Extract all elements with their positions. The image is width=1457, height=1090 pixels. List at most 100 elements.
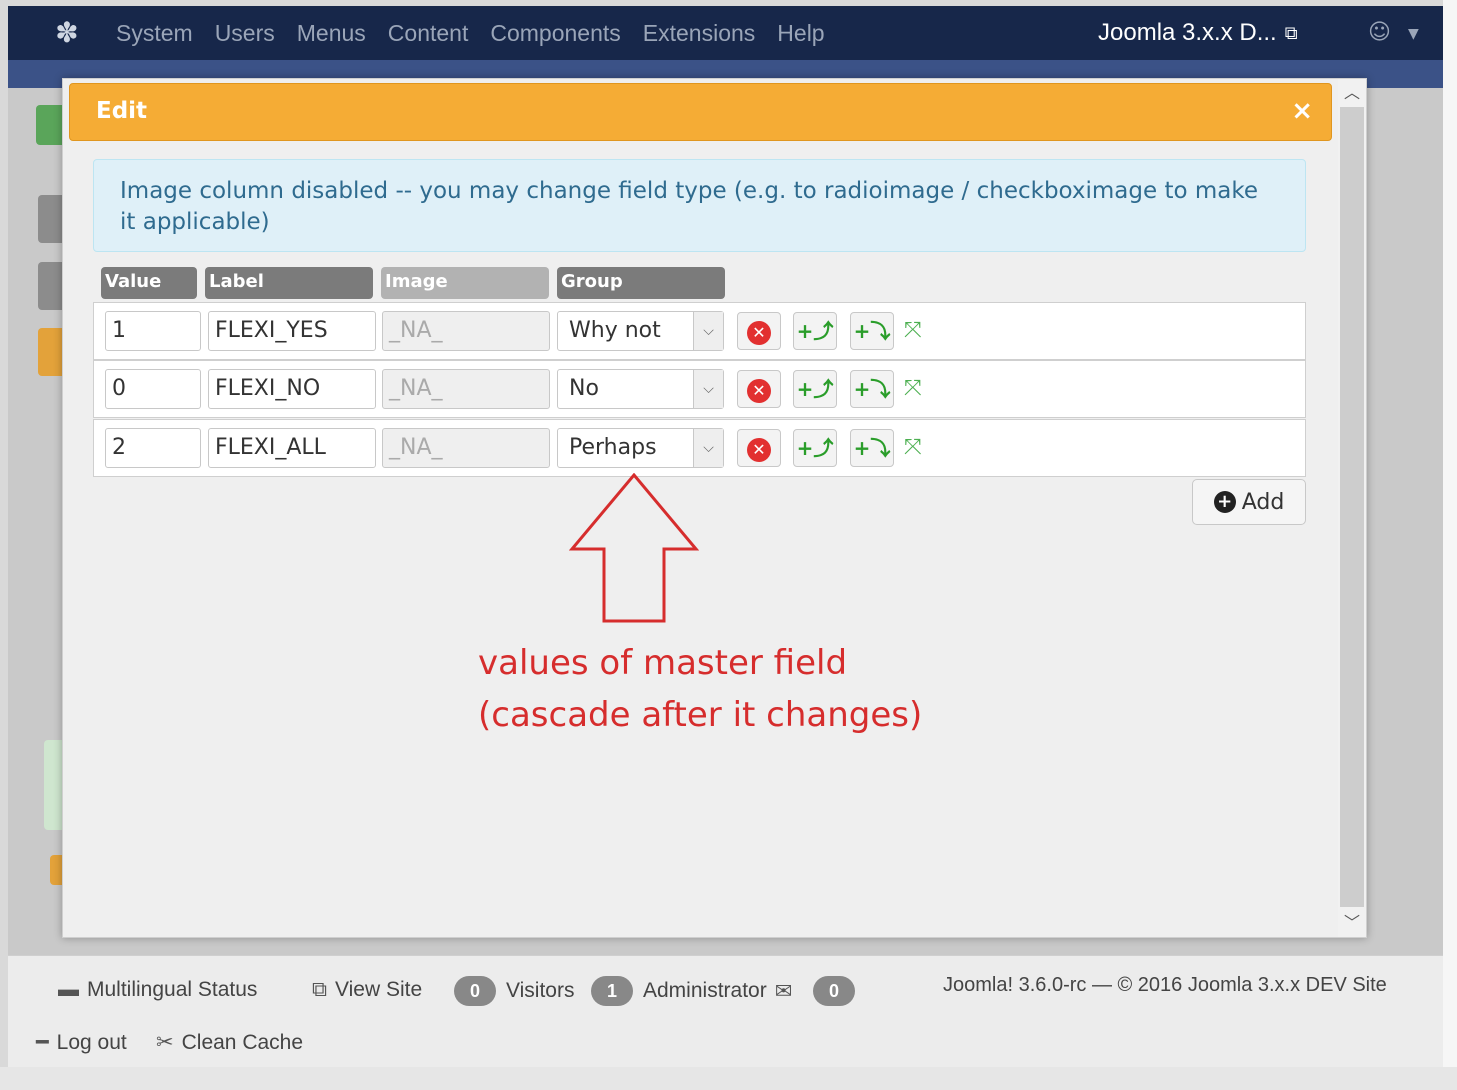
bottom-bar (0, 1067, 1457, 1090)
modal-scrollbar[interactable]: ︿ ﹀ (1338, 79, 1366, 937)
minus-icon: ━ (36, 1031, 49, 1054)
insert-before-button[interactable]: +⤴ (793, 312, 837, 350)
insert-after-button[interactable]: +⤵ (850, 429, 894, 467)
visitors-badge: 0 (454, 976, 496, 1006)
chevron-down-icon: ⌵ (693, 429, 723, 467)
annotation-line: (cascade after it changes) (478, 695, 923, 735)
add-button-label: Add (1241, 489, 1285, 515)
annotation-line: values of master field (478, 643, 848, 683)
site-link[interactable]: Joomla 3.x.x D... ⧉ (1098, 6, 1298, 60)
label-input[interactable]: FLEXI_YES (208, 311, 376, 351)
delete-row-button[interactable]: ✕ (737, 312, 781, 350)
administrator-badge: 1 (591, 976, 633, 1006)
chevron-down-icon: ⌵ (693, 370, 723, 408)
insert-after-icon: +⤵ (853, 319, 891, 343)
clean-cache-link[interactable]: ✂ Clean Cache (156, 1030, 303, 1055)
scroll-down-icon[interactable]: ﹀ (1338, 909, 1366, 937)
column-header-group: Group (557, 267, 725, 299)
menu-components[interactable]: Components (490, 20, 620, 47)
value-input[interactable]: 1 (105, 311, 201, 351)
menu-menus[interactable]: Menus (297, 20, 366, 47)
insert-after-icon: +⤵ (853, 377, 891, 401)
drag-handle-icon[interactable]: ⤧ (904, 437, 922, 459)
add-button[interactable]: + Add (1192, 479, 1306, 525)
delete-icon: ✕ (747, 320, 771, 345)
external-link-icon: ⧉ (1284, 22, 1298, 43)
edit-modal: Edit × ︿ ﹀ Image column disabled -- you … (62, 78, 1367, 938)
value-input[interactable]: 2 (105, 428, 201, 468)
value-input[interactable]: 0 (105, 369, 201, 409)
version-info: Joomla! 3.6.0-rc — © 2016 Joomla 3.x.x D… (943, 974, 1387, 996)
menu-help[interactable]: Help (777, 20, 824, 47)
drag-handle-icon[interactable]: ⤧ (904, 378, 922, 400)
group-select-value: No (569, 376, 599, 401)
insert-before-button[interactable]: +⤴ (793, 370, 837, 408)
insert-before-icon: +⤴ (796, 377, 834, 401)
modal-header: Edit × (69, 83, 1332, 141)
insert-before-icon: +⤴ (796, 436, 834, 460)
annotation-text: values of master field (cascade after it… (478, 637, 922, 741)
group-select[interactable]: No ⌵ (557, 369, 724, 409)
main-menu: System Users Menus Content Components Ex… (116, 6, 847, 60)
delete-row-button[interactable]: ✕ (737, 429, 781, 467)
view-site-label: View Site (335, 978, 423, 1001)
insert-after-button[interactable]: +⤵ (850, 370, 894, 408)
group-select[interactable]: Why not ⌵ (557, 311, 724, 351)
site-name: Joomla 3.x.x D... (1098, 19, 1277, 46)
visitors-label: Visitors (506, 979, 575, 1002)
status-footer: ▬ Multilingual Status ⧉ View Site 0 Visi… (8, 955, 1443, 1067)
clean-cache-label: Clean Cache (181, 1030, 304, 1054)
menu-content[interactable]: Content (388, 20, 469, 47)
info-message: Image column disabled -- you may change … (93, 159, 1306, 252)
delete-icon: ✕ (747, 378, 771, 403)
label-input[interactable]: FLEXI_NO (208, 369, 376, 409)
image-input: _NA_ (382, 369, 550, 409)
messages-badge: 0 (813, 976, 855, 1006)
group-select[interactable]: Perhaps ⌵ (557, 428, 724, 468)
annotation-arrow (569, 473, 699, 623)
logout-label: Log out (56, 1030, 127, 1054)
envelope-icon: ✉ (774, 979, 793, 1003)
label-input[interactable]: FLEXI_ALL (208, 428, 376, 468)
drag-handle-icon[interactable]: ⤧ (904, 320, 922, 342)
option-row: 2 FLEXI_ALL _NA_ Perhaps ⌵ ✕ +⤴ +⤵ ⤧ (93, 419, 1306, 477)
view-site-link[interactable]: ⧉ View Site (312, 978, 422, 1002)
visitors-status: 0 Visitors (454, 976, 574, 1006)
delete-icon: ✕ (747, 437, 771, 462)
multilingual-status-label: Multilingual Status (87, 978, 258, 1001)
comment-icon: ▬ (58, 978, 79, 1001)
group-select-value: Perhaps (569, 435, 657, 460)
chevron-down-icon: ⌵ (693, 312, 723, 350)
top-navbar: ✽ System Users Menus Content Components … (8, 6, 1443, 60)
insert-before-button[interactable]: +⤴ (793, 429, 837, 467)
column-header-value: Value (101, 267, 197, 299)
modal-title: Edit (96, 98, 148, 124)
chevron-down-icon[interactable]: ▼ (1408, 26, 1419, 42)
column-header-image: Image (381, 267, 549, 299)
administrator-label: Administrator (643, 979, 767, 1002)
option-row: 0 FLEXI_NO _NA_ No ⌵ ✕ +⤴ +⤵ ⤧ (93, 360, 1306, 418)
joomla-logo-icon[interactable]: ✽ (52, 18, 82, 48)
insert-before-icon: +⤴ (796, 319, 834, 343)
insert-after-button[interactable]: +⤵ (850, 312, 894, 350)
menu-extensions[interactable]: Extensions (643, 20, 756, 47)
messages-status[interactable]: 0 (813, 976, 865, 1006)
insert-after-icon: +⤵ (853, 436, 891, 460)
scroll-thumb[interactable] (1340, 107, 1364, 907)
broom-icon: ✂ (156, 1031, 174, 1054)
option-row: 1 FLEXI_YES _NA_ Why not ⌵ ✕ +⤴ +⤵ ⤧ (93, 302, 1306, 360)
close-icon[interactable]: × (1291, 96, 1313, 126)
image-input: _NA_ (382, 311, 550, 351)
user-icon[interactable]: ☺ (1368, 20, 1391, 45)
logout-link[interactable]: ━ Log out (36, 1030, 127, 1055)
window-edge (1443, 0, 1457, 1090)
plus-icon: + (1213, 491, 1236, 513)
menu-users[interactable]: Users (215, 20, 275, 47)
delete-row-button[interactable]: ✕ (737, 370, 781, 408)
scroll-up-icon[interactable]: ︿ (1338, 79, 1366, 107)
external-link-icon: ⧉ (312, 978, 327, 1001)
column-header-label: Label (205, 267, 373, 299)
menu-system[interactable]: System (116, 20, 193, 47)
administrator-status: 1 Administrator ✉ (591, 976, 800, 1006)
multilingual-status-link[interactable]: ▬ Multilingual Status (58, 978, 257, 1002)
